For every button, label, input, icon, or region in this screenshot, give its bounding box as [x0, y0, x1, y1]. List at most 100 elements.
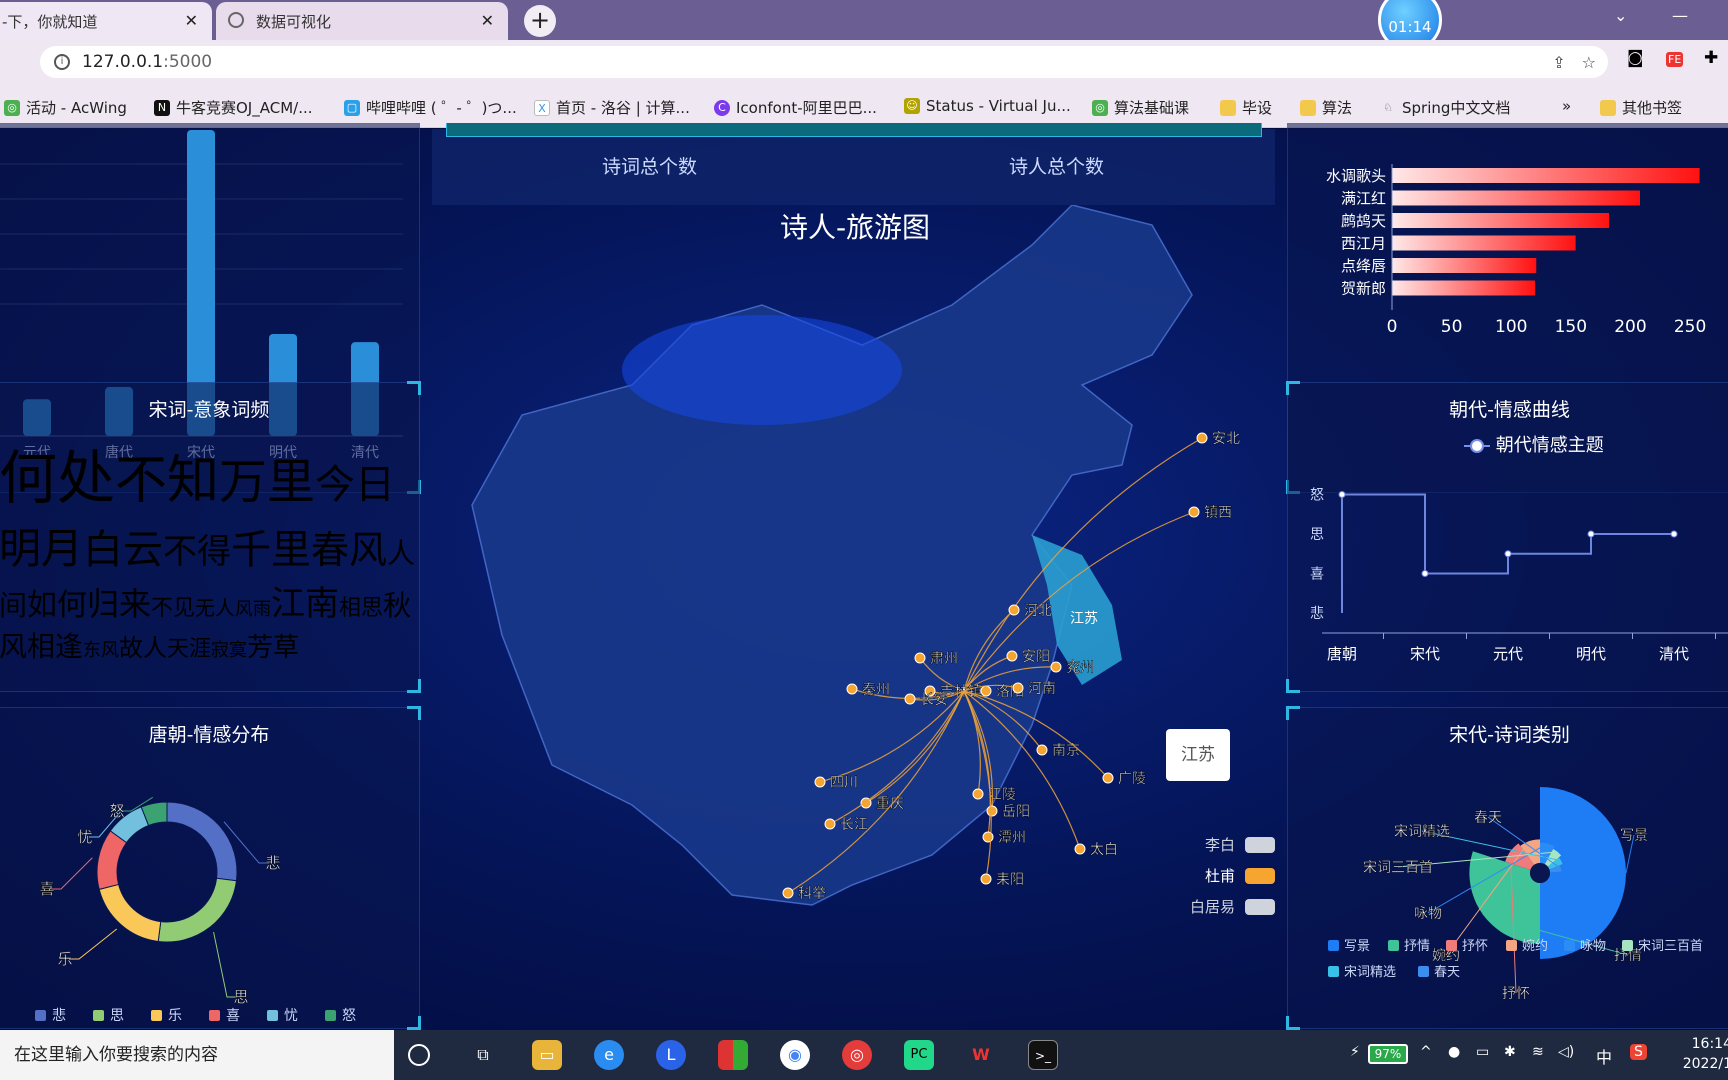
place-label: 四川 [830, 775, 858, 791]
chrome-icon[interactable]: ◉ [780, 1040, 810, 1070]
y-tick-label: 怒 [1310, 488, 1324, 504]
minimize-icon[interactable]: — [1672, 6, 1688, 25]
legend-label: 白居易 [1189, 898, 1235, 916]
file-explorer-icon[interactable]: ▭ [532, 1040, 562, 1070]
chevron-down-icon[interactable]: ⌄ [1614, 6, 1627, 25]
tab-baidu[interactable]: -下，你就知道 ✕ [0, 2, 212, 40]
slice-label: 乐 [57, 950, 72, 968]
bookmark-luogu[interactable]: X 首页 - 洛谷 | 计算... [534, 97, 690, 118]
place-label: 河南 [1028, 681, 1056, 697]
bookmark-spring[interactable]: ♘ Spring中文文档 [1380, 97, 1510, 118]
task-view-icon[interactable]: ⧉ [468, 1040, 498, 1070]
tray-expand-icon[interactable]: ^ [1420, 1044, 1432, 1060]
url-port: :5000 [163, 52, 213, 72]
cloud-word: 万里 [219, 454, 316, 510]
fe-extension-icon[interactable]: FE [1666, 52, 1684, 67]
sogou-icon[interactable]: S [1630, 1044, 1647, 1060]
legend-label: 怒 [342, 1008, 356, 1024]
y-tick-label: 贺新郎 [1341, 280, 1386, 298]
extension-icon[interactable]: ◙ [1627, 48, 1644, 68]
poets-total-label: 诗人总个数 [1009, 156, 1105, 178]
y-tick-label: 思 [1310, 527, 1324, 543]
taskbar-search-input[interactable]: 在这里输入你要搜索的内容 [0, 1030, 394, 1080]
legend-swatch [151, 1010, 162, 1021]
map-legend-item[interactable]: 白居易 [1170, 891, 1275, 922]
battery-icon[interactable]: ▭ [1476, 1044, 1489, 1060]
address-bar: i 127.0.0.1:5000 ⇪ ☆ [0, 40, 1728, 84]
edge-icon[interactable]: e [594, 1040, 624, 1070]
bookmark-folder-algo[interactable]: 算法 [1300, 97, 1352, 118]
puzzle-icon[interactable]: ✚ [1704, 48, 1718, 68]
ime-indicator[interactable]: 中 [1596, 1044, 1612, 1068]
bar [1392, 280, 1536, 296]
cloud-word: 故人 [119, 634, 168, 662]
map-legend-item[interactable]: 杜甫 [1170, 860, 1275, 891]
system-clock[interactable]: 16:14 2022/1 [1672, 1034, 1728, 1074]
tab-data-vis[interactable]: 数据可视化 ✕ [216, 2, 508, 40]
map-legend-item[interactable]: 李白 [1170, 829, 1275, 860]
battery-indicator[interactable]: 97% [1368, 1044, 1408, 1064]
bluetooth-icon[interactable]: ✱ [1504, 1044, 1516, 1060]
place-label: 南京 [1052, 743, 1080, 759]
new-tab-button[interactable]: + [524, 5, 556, 37]
x-tick-label: 150 [1555, 317, 1587, 337]
bookmark-vjudge[interactable]: ☺ Status - Virtual Ju... [904, 97, 1071, 115]
close-icon[interactable]: ✕ [185, 11, 198, 30]
bookmarks-overflow-button[interactable]: » [1562, 97, 1571, 115]
place-marker [980, 685, 992, 697]
tab-title: -下，你就知道 [2, 12, 98, 31]
share-icon[interactable]: ⇪ [1552, 53, 1565, 72]
bookmark-other-folder[interactable]: 其他书签 [1600, 97, 1682, 118]
poems-total-label: 诗词总个数 [602, 156, 698, 178]
clock-date: 2022/1 [1682, 1056, 1728, 1072]
place-label: 广陵 [1118, 771, 1146, 787]
cloud-word: 芳草 [247, 633, 300, 663]
bookmark-iconfont[interactable]: C Iconfont-阿里巴巴... [714, 97, 877, 118]
wifi-icon[interactable]: ≋ [1532, 1044, 1544, 1060]
pycharm-icon[interactable]: PC [904, 1040, 934, 1070]
bookmark-bilibili[interactable]: ▢ 哔哩哔哩 ( ゜- ゜)つ... [344, 97, 517, 118]
slice-label: 悲 [265, 854, 280, 872]
slice-label: 怒 [109, 802, 124, 820]
china-travel-map[interactable]: 江苏安北镇西河北肃州 安阳兖州秦州 吉林镇 洛阳 河南长安南京广陵四川重庆江陵岳阳长江潭… [432, 205, 1275, 975]
x-tick-label: 100 [1495, 317, 1527, 337]
x-tick-label: 200 [1614, 317, 1646, 337]
power-plug-icon: ⚡ [1350, 1044, 1360, 1060]
url-input[interactable]: i 127.0.0.1:5000 ⇪ ☆ [40, 46, 1608, 78]
info-icon[interactable]: i [54, 54, 70, 70]
cloud-word: 东风 [83, 640, 120, 661]
wps-icon[interactable]: W [966, 1040, 996, 1070]
song-types-rose-chart: 写景抒情抒怀婉约咏物宋词三百首宋词精选春天写景 抒情 抒怀 婉约 咏物 宋词三百首宋词精选… [1328, 787, 1703, 1002]
rose-slice [1540, 787, 1626, 959]
volume-icon[interactable]: ◁) [1558, 1044, 1574, 1060]
cloud-word: 天涯 [167, 637, 212, 662]
y-tick-label: 满江红 [1341, 190, 1386, 208]
place-label: 长安 [920, 692, 948, 708]
terminal-icon[interactable]: >_ [1028, 1040, 1058, 1070]
close-icon[interactable]: ✕ [481, 11, 494, 30]
y-tick-label: 点绛唇 [1341, 257, 1386, 275]
cloud-word: 不见 [151, 596, 196, 621]
browser-tab-strip: -下，你就知道 ✕ 数据可视化 ✕ + 01:14 ⌄ — [0, 0, 1728, 52]
legend-swatch [1506, 940, 1517, 951]
legend-label: 杜甫 [1204, 867, 1235, 885]
star-icon[interactable]: ☆ [1582, 53, 1596, 72]
cloud-word: 今日 [315, 462, 396, 508]
bar [1392, 258, 1537, 273]
cortana-icon[interactable] [408, 1044, 430, 1066]
l-app-icon[interactable]: L [656, 1040, 686, 1070]
bookmark-acwing[interactable]: ◎ 活动 - AcWing [4, 97, 127, 118]
province-label: 江苏 [1070, 611, 1098, 627]
bookmark-algo-course[interactable]: ◎ 算法基础课 [1092, 97, 1189, 118]
legend-label: 喜 [226, 1008, 240, 1024]
legend-label: 抒情 [1404, 939, 1430, 954]
microphone-icon[interactable]: ● [1448, 1044, 1460, 1060]
app-icon[interactable] [718, 1040, 748, 1070]
place-label: 科举 [798, 886, 826, 902]
bar [1392, 235, 1576, 251]
netease-music-icon[interactable]: ◎ [842, 1040, 872, 1070]
folder-icon [1600, 99, 1616, 116]
place-marker [972, 788, 984, 800]
bookmark-nowcoder[interactable]: N 牛客竞赛OJ_ACM/... [154, 97, 313, 118]
bookmark-folder-biyesheji[interactable]: 毕设 [1220, 97, 1272, 118]
